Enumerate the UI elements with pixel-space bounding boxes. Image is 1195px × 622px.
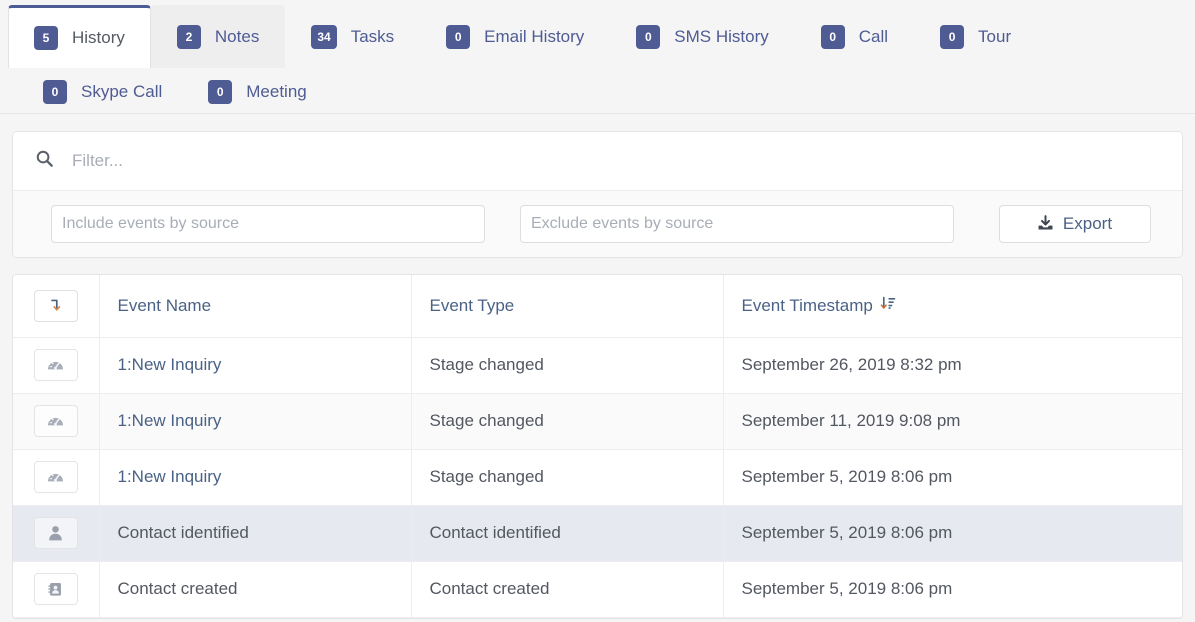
include-source-input[interactable] xyxy=(51,205,485,243)
cell-event-name: Contact identified xyxy=(99,505,412,562)
cell-event-name: 1:New Inquiry xyxy=(99,337,412,394)
dashboard-icon-box[interactable] xyxy=(33,461,78,493)
dashboard-icon xyxy=(48,361,64,370)
table-row[interactable]: 1:New Inquiry Stage changed September 26, … xyxy=(13,337,1182,394)
cell-event-timestamp: September 5, 2019 8:06 pm xyxy=(723,449,1182,506)
export-button[interactable]: Export xyxy=(998,205,1151,243)
tab-sms-history[interactable]: 0 SMS History xyxy=(610,5,794,68)
tab-count-badge: 5 xyxy=(34,26,58,50)
tab-label: Tasks xyxy=(350,27,395,46)
table-header-row: Event Name Event Type Event Timestamp xyxy=(13,275,1182,338)
address-book-icon xyxy=(48,583,62,596)
header-event-timestamp[interactable]: Event Timestamp xyxy=(723,275,1182,338)
export-button-wrap: Export xyxy=(989,205,1160,243)
dashboard-icon xyxy=(48,417,64,426)
tab-label: History xyxy=(72,28,125,47)
user-icon xyxy=(49,526,63,541)
cell-event-timestamp: September 5, 2019 8:06 pm xyxy=(723,505,1182,562)
table-row[interactable]: 1:New Inquiry Stage changed September 11, … xyxy=(13,393,1182,450)
tab-label: Notes xyxy=(214,27,260,46)
events-table-body: 1:New Inquiry Stage changed September 26, … xyxy=(13,337,1182,618)
level-down-icon xyxy=(51,299,61,311)
table-row[interactable]: Contact identified Contact identified Sept… xyxy=(13,505,1182,562)
tab-count-badge: 34 xyxy=(311,25,337,49)
search-icon xyxy=(35,149,54,173)
dashboard-icon-box[interactable] xyxy=(33,405,78,437)
tab-tasks[interactable]: 34 Tasks xyxy=(285,5,420,68)
row-icon-cell xyxy=(13,449,100,506)
header-event-type[interactable]: Event Type xyxy=(411,275,724,338)
header-event-name[interactable]: Event Name xyxy=(99,275,412,338)
cell-event-name: 1:New Inquiry xyxy=(99,449,412,506)
tab-label: Meeting xyxy=(246,82,307,101)
cell-event-type: Contact identified xyxy=(411,505,724,562)
tab-count-badge: 0 xyxy=(820,25,845,49)
event-name-link[interactable]: 1:New Inquiry xyxy=(118,411,222,430)
row-icon-cell xyxy=(13,505,100,562)
tab-count-badge: 0 xyxy=(636,25,661,49)
dashboard-icon xyxy=(48,473,64,482)
sort-amount-desc-icon[interactable] xyxy=(880,296,896,316)
cell-event-timestamp: September 26, 2019 8:32 pm xyxy=(723,337,1182,394)
row-icon-cell xyxy=(13,393,100,450)
address-book-icon-box[interactable] xyxy=(33,573,78,605)
cell-event-type: Stage changed xyxy=(411,449,724,506)
export-button-label: Export xyxy=(1062,214,1113,233)
header-event-timestamp-label: Event Timestamp xyxy=(741,295,873,315)
cell-event-timestamp: September 11, 2019 9:08 pm xyxy=(723,393,1182,450)
tab-notes[interactable]: 2 Notes xyxy=(150,5,286,68)
tab-tour[interactable]: 0 Tour xyxy=(914,5,1037,68)
cell-event-name: Contact created xyxy=(99,561,412,618)
tab-label: Email History xyxy=(484,27,585,46)
events-table-card: Event Name Event Type Event Timestamp 1:… xyxy=(12,274,1183,619)
tab-label: Skype Call xyxy=(81,82,163,101)
level-down-icon-button[interactable] xyxy=(33,289,78,322)
tab-email-history[interactable]: 0 Email History xyxy=(420,5,610,68)
tab-label: SMS History xyxy=(674,27,769,46)
cell-event-type: Contact created xyxy=(411,561,724,618)
event-name-text: Contact identified xyxy=(117,523,249,542)
tab-count-badge: 0 xyxy=(208,80,233,104)
event-name-link[interactable]: 1:New Inquiry xyxy=(118,355,222,374)
tab-count-badge: 2 xyxy=(176,25,201,49)
cell-event-timestamp: September 5, 2019 8:06 pm xyxy=(723,561,1182,618)
user-icon-box[interactable] xyxy=(33,517,78,549)
event-name-text: Contact created xyxy=(117,579,238,598)
download-icon xyxy=(1037,214,1054,234)
events-table: Event Name Event Type Event Timestamp 1:… xyxy=(13,275,1182,618)
table-row[interactable]: Contact created Contact created September … xyxy=(13,561,1182,618)
tab-meeting[interactable]: 0 Meeting xyxy=(185,68,329,115)
tab-call[interactable]: 0 Call xyxy=(795,5,914,68)
cell-event-name: 1:New Inquiry xyxy=(99,393,412,450)
tabs-strip: 5 History 2 Notes 34 Tasks 0 Email History 0 SMS … xyxy=(0,0,1195,114)
tab-label: Call xyxy=(858,27,889,46)
tab-skype-call[interactable]: 0 Skype Call xyxy=(20,68,185,115)
cell-event-type: Stage changed xyxy=(411,337,724,394)
event-name-link[interactable]: 1:New Inquiry xyxy=(118,467,222,486)
tab-count-badge: 0 xyxy=(43,80,67,104)
tab-history[interactable]: 5 History xyxy=(8,5,151,68)
dashboard-icon-box[interactable] xyxy=(33,349,78,381)
tab-count-badge: 0 xyxy=(940,25,965,49)
tab-label: Tour xyxy=(978,27,1012,46)
row-icon-cell xyxy=(13,337,100,394)
filter-card: Export xyxy=(12,131,1183,258)
filter-source-bar: Export xyxy=(13,191,1182,257)
table-row[interactable]: 1:New Inquiry Stage changed September 5, 2… xyxy=(13,449,1182,506)
header-icon-column xyxy=(13,275,100,338)
tabs-row-secondary: 0 Skype Call 0 Meeting xyxy=(8,68,1195,115)
cell-event-type: Stage changed xyxy=(411,393,724,450)
tab-count-badge: 0 xyxy=(446,25,471,49)
row-icon-cell xyxy=(13,561,100,618)
exclude-source-input[interactable] xyxy=(520,205,954,243)
filter-search-bar xyxy=(13,132,1182,191)
events-table-head: Event Name Event Type Event Timestamp xyxy=(13,275,1182,338)
search-input[interactable] xyxy=(70,150,1160,172)
tabs-row-primary: 5 History 2 Notes 34 Tasks 0 Email History 0 SMS … xyxy=(8,5,1195,68)
